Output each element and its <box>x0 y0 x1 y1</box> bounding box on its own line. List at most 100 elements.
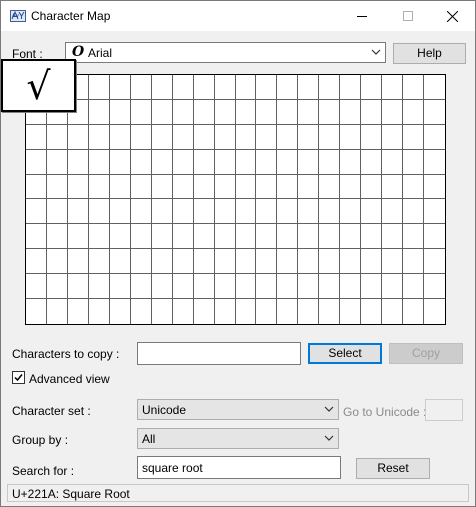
character-cell[interactable] <box>172 99 194 125</box>
character-cell[interactable] <box>277 224 299 250</box>
character-cell[interactable] <box>235 75 257 100</box>
character-cell[interactable] <box>172 199 194 225</box>
character-cell[interactable] <box>88 274 110 300</box>
character-cell[interactable] <box>46 199 68 225</box>
character-cell[interactable] <box>151 224 173 250</box>
character-cell[interactable] <box>361 174 383 200</box>
character-cell[interactable] <box>130 199 152 225</box>
character-cell[interactable] <box>382 124 404 150</box>
character-cell[interactable] <box>193 75 215 100</box>
character-cell[interactable] <box>403 149 425 175</box>
character-cell[interactable] <box>235 224 257 250</box>
character-cell[interactable] <box>382 174 404 200</box>
character-cell[interactable] <box>403 99 425 125</box>
character-cell[interactable] <box>424 175 445 200</box>
character-cell[interactable] <box>46 149 68 175</box>
character-cell[interactable] <box>340 224 362 250</box>
character-cell[interactable] <box>109 149 131 175</box>
character-cell[interactable] <box>46 274 68 300</box>
character-cell[interactable] <box>403 224 425 250</box>
character-cell[interactable] <box>46 224 68 250</box>
character-cell[interactable] <box>88 149 110 175</box>
character-cell[interactable] <box>67 199 89 225</box>
character-cell[interactable] <box>298 274 320 300</box>
character-cell[interactable] <box>130 149 152 175</box>
character-cell[interactable] <box>46 249 68 275</box>
character-cell[interactable] <box>319 199 341 225</box>
character-cell[interactable] <box>172 224 194 250</box>
character-cell[interactable] <box>298 99 320 125</box>
title-bar[interactable]: ᴬᵞ Character Map <box>1 1 475 31</box>
character-cell[interactable] <box>67 249 89 275</box>
character-cell[interactable] <box>193 274 215 300</box>
character-cell[interactable] <box>151 149 173 175</box>
character-cell[interactable] <box>382 149 404 175</box>
character-cell[interactable] <box>340 199 362 225</box>
character-cell[interactable] <box>298 75 320 100</box>
character-cell[interactable] <box>277 249 299 275</box>
character-cell[interactable] <box>172 124 194 150</box>
character-cell[interactable] <box>256 224 278 250</box>
character-cell[interactable] <box>319 274 341 300</box>
character-cell[interactable] <box>361 75 383 100</box>
character-cell[interactable] <box>235 174 257 200</box>
copy-button[interactable]: Copy <box>389 343 463 364</box>
character-cell[interactable] <box>47 299 68 324</box>
character-cell[interactable] <box>214 149 236 175</box>
character-cell[interactable] <box>214 124 236 150</box>
character-cell[interactable] <box>67 149 89 175</box>
character-cell[interactable] <box>109 124 131 150</box>
character-cell[interactable] <box>256 199 278 225</box>
character-cell[interactable] <box>298 199 320 225</box>
character-cell[interactable] <box>256 99 278 125</box>
character-cell[interactable] <box>172 249 194 275</box>
character-cell[interactable] <box>298 149 320 175</box>
character-cell[interactable] <box>89 299 110 324</box>
character-cell[interactable] <box>26 174 47 200</box>
character-cell[interactable] <box>382 224 404 250</box>
character-cell[interactable] <box>67 174 89 200</box>
character-cell[interactable] <box>256 124 278 150</box>
character-cell[interactable] <box>26 299 47 324</box>
character-cell[interactable] <box>109 199 131 225</box>
character-cell[interactable] <box>277 75 299 100</box>
character-cell[interactable] <box>319 75 341 100</box>
character-cell[interactable] <box>340 99 362 125</box>
maximize-button[interactable] <box>385 1 431 31</box>
character-cell[interactable] <box>214 224 236 250</box>
character-cell[interactable] <box>130 274 152 300</box>
character-set-dropdown[interactable]: Unicode <box>137 399 339 420</box>
character-cell[interactable] <box>109 99 131 125</box>
character-cell[interactable] <box>256 149 278 175</box>
character-cell[interactable] <box>151 75 173 100</box>
character-cell[interactable] <box>277 274 299 300</box>
character-cell[interactable] <box>277 299 299 324</box>
character-cell[interactable] <box>382 99 404 125</box>
character-cell[interactable] <box>340 274 362 300</box>
character-cell[interactable] <box>26 149 47 175</box>
character-cell[interactable] <box>277 124 299 150</box>
character-cell[interactable] <box>382 274 404 300</box>
character-cell[interactable] <box>319 174 341 200</box>
character-cell[interactable] <box>382 75 404 100</box>
character-cell[interactable] <box>361 199 383 225</box>
character-cell[interactable] <box>403 174 425 200</box>
character-cell[interactable] <box>403 249 425 275</box>
character-cell[interactable] <box>46 124 68 150</box>
character-cell[interactable] <box>424 299 445 324</box>
character-cell[interactable] <box>151 99 173 125</box>
reset-button[interactable]: Reset <box>356 458 430 479</box>
select-button[interactable]: Select <box>308 343 382 364</box>
character-cell[interactable] <box>256 174 278 200</box>
character-cell[interactable] <box>235 149 257 175</box>
character-cell[interactable] <box>193 174 215 200</box>
character-cell[interactable] <box>424 100 445 125</box>
character-cell[interactable] <box>424 150 445 175</box>
character-cell[interactable] <box>26 274 47 300</box>
character-cell[interactable] <box>109 224 131 250</box>
character-cell[interactable] <box>214 274 236 300</box>
character-cell[interactable] <box>214 199 236 225</box>
character-cell[interactable] <box>424 199 445 225</box>
character-cell[interactable] <box>361 149 383 175</box>
character-cell[interactable] <box>340 124 362 150</box>
